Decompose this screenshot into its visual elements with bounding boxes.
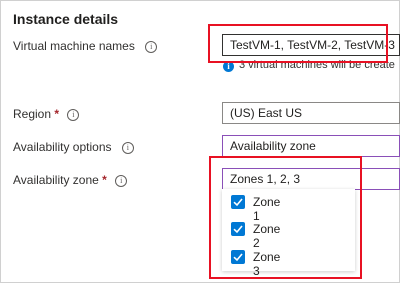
region-label: Region — [13, 107, 52, 121]
availability-options-row-label: Availability options i — [13, 140, 134, 154]
highlight-box-availability-zone — [209, 156, 362, 279]
region-required-marker: * — [54, 107, 60, 121]
availability-zone-label: Availability zone — [13, 173, 99, 187]
region-select[interactable]: (US) East US — [222, 102, 400, 124]
availability-zone-required-marker: * — [102, 173, 107, 187]
info-icon[interactable]: i — [115, 174, 128, 187]
info-icon[interactable]: i — [121, 141, 134, 154]
highlight-box-vm-names — [208, 24, 388, 63]
vm-names-label: Virtual machine names — [13, 39, 135, 53]
availability-options-select[interactable]: Availability zone — [222, 135, 400, 157]
instance-details-panel: Instance details Virtual machine names i… — [0, 0, 400, 283]
section-heading: Instance details — [13, 11, 119, 27]
info-icon[interactable]: i — [67, 108, 80, 121]
availability-zone-row-label: Availability zone * i — [13, 173, 128, 187]
info-icon[interactable]: i — [145, 40, 158, 53]
vm-names-row-label: Virtual machine names i — [13, 39, 158, 53]
region-row-label: Region * i — [13, 107, 80, 121]
availability-options-label: Availability options — [13, 140, 112, 154]
